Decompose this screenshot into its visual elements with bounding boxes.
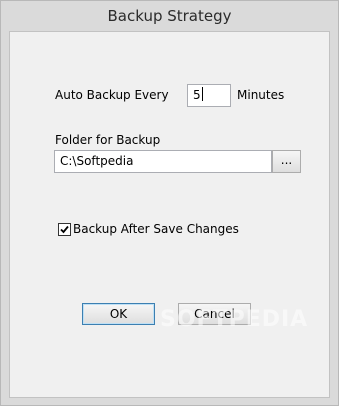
ok-button[interactable]: OK bbox=[82, 303, 155, 325]
auto-backup-minutes-input[interactable]: 5 bbox=[187, 84, 231, 107]
dialog-content: Auto Backup Every 5 Minutes Folder for B… bbox=[9, 31, 330, 398]
window-title: Backup Strategy bbox=[107, 7, 232, 25]
backup-folder-input[interactable]: C:\Softpedia bbox=[54, 150, 272, 173]
minutes-unit-label: Minutes bbox=[237, 88, 285, 102]
browse-folder-button[interactable]: ... bbox=[272, 150, 301, 173]
auto-backup-minutes-value: 5 bbox=[193, 88, 201, 102]
auto-backup-label: Auto Backup Every bbox=[55, 88, 169, 102]
backup-after-save-label: Backup After Save Changes bbox=[73, 222, 239, 236]
backup-after-save-checkbox[interactable] bbox=[58, 223, 71, 236]
softpedia-watermark: SOFTPEDIA bbox=[160, 307, 309, 332]
dialog-window: Backup Strategy Auto Backup Every 5 Minu… bbox=[0, 0, 339, 406]
backup-folder-label: Folder for Backup bbox=[55, 133, 161, 147]
text-caret bbox=[201, 87, 203, 101]
checkmark-icon bbox=[60, 225, 69, 234]
